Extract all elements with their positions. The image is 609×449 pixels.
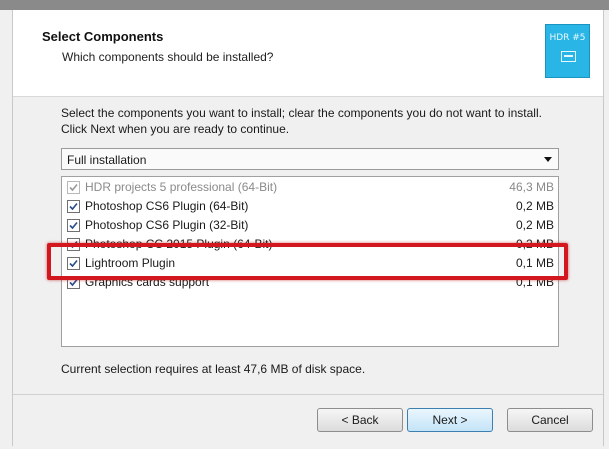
dropdown-arrow-icon[interactable] (544, 157, 552, 162)
component-label: HDR projects 5 professional (64-Bit) (85, 180, 278, 194)
component-item-photoshop-cs6-64[interactable]: Photoshop CS6 Plugin (64-Bit) 0,2 MB (67, 198, 554, 217)
installation-type-select[interactable]: Full installation (61, 148, 559, 170)
footer-divider (13, 394, 603, 395)
next-button[interactable]: Next > (407, 408, 493, 432)
logo-glyph-icon (561, 51, 576, 62)
wizard-header: Select Components Which components shoul… (13, 10, 603, 97)
page-title: Select Components (42, 29, 164, 44)
checkbox-photoshop-cs6-64[interactable] (67, 200, 80, 213)
highlight-annotation (47, 243, 568, 280)
page-subtitle: Which components should be installed? (62, 50, 274, 64)
checkbox-hdr-projects (67, 181, 80, 194)
logo-text: HDR #5 (549, 33, 586, 43)
window-top-edge (0, 0, 609, 10)
component-item-hdr-projects: HDR projects 5 professional (64-Bit) 46,… (67, 179, 554, 198)
component-size: 0,2 MB (515, 199, 554, 213)
back-button[interactable]: < Back (317, 408, 403, 432)
installer-window: Select Components Which components shoul… (12, 10, 604, 446)
installation-type-value: Full installation (67, 153, 147, 167)
component-size: 46,3 MB (509, 180, 554, 194)
instructions-text: Select the components you want to instal… (61, 106, 542, 136)
hdr-logo-icon: HDR #5 (545, 24, 590, 78)
disk-space-text: Current selection requires at least 47,6… (61, 362, 366, 376)
component-item-photoshop-cs6-32[interactable]: Photoshop CS6 Plugin (32-Bit) 0,2 MB (67, 217, 554, 236)
cancel-button[interactable]: Cancel (507, 408, 593, 432)
component-label: Photoshop CS6 Plugin (64-Bit) (85, 199, 249, 213)
component-size: 0,2 MB (515, 218, 554, 232)
component-label: Photoshop CS6 Plugin (32-Bit) (85, 218, 249, 232)
checkbox-photoshop-cs6-32[interactable] (67, 219, 80, 232)
